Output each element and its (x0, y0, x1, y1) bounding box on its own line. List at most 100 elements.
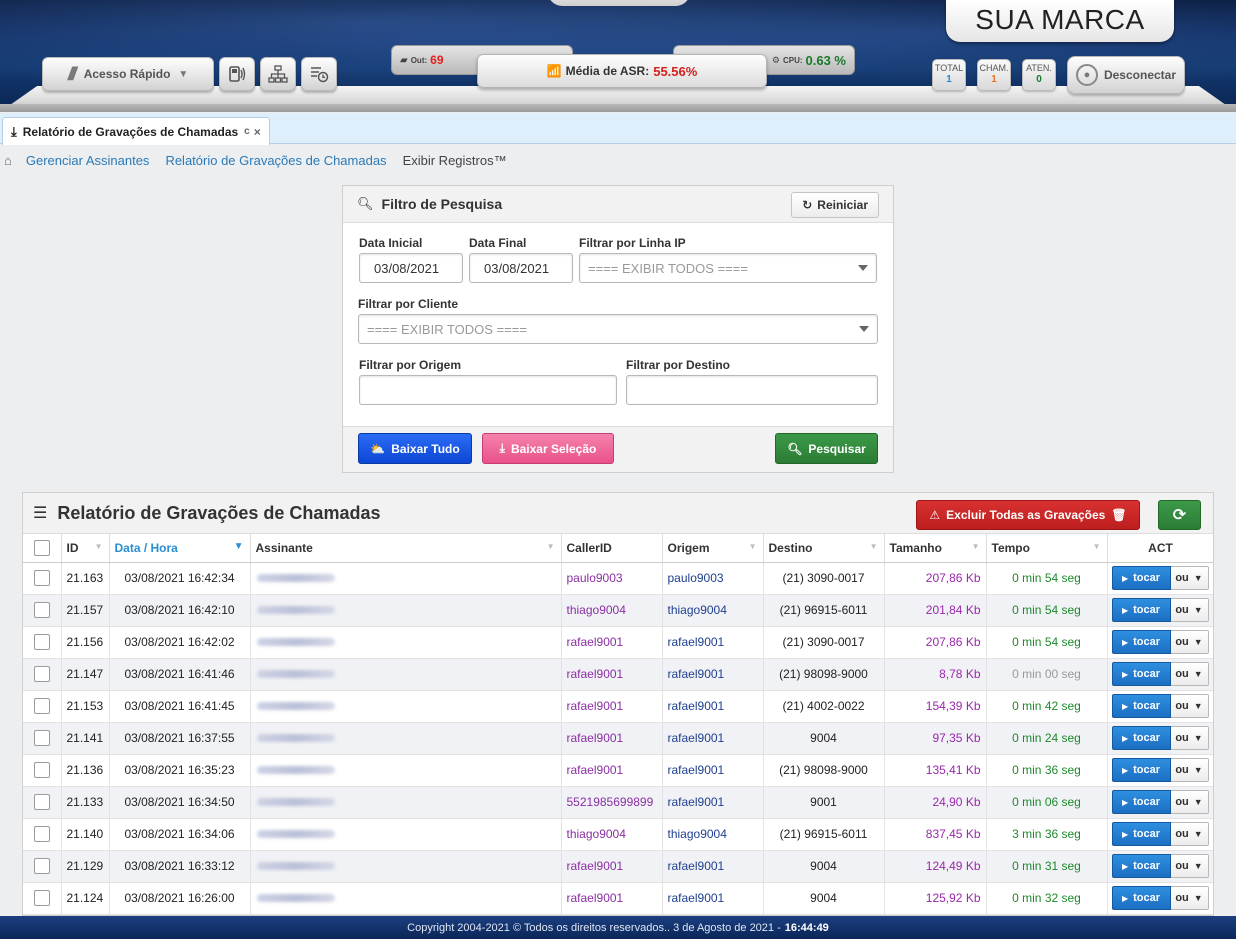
play-button[interactable]: ▶ tocar (1111, 566, 1171, 590)
logout-button[interactable]: ● Desconectar (1067, 56, 1185, 94)
more-actions-dropdown[interactable]: ou ▼ (1170, 758, 1209, 782)
row-checkbox[interactable] (33, 666, 50, 682)
table-row[interactable]: 21.147 03/08/2021 16:41:46 rafael9001 rafae… (23, 658, 1213, 691)
col-subscriber[interactable]: Assinante ▼ (250, 534, 562, 563)
col-datetime[interactable]: Data / Hora ▼ (109, 534, 251, 563)
row-checkbox[interactable] (33, 858, 50, 874)
tab-call-recordings[interactable]: ⤓ Relatório de Gravações de Chamadas c × (2, 117, 270, 145)
play-button[interactable]: ▶ tocar (1111, 854, 1171, 878)
download-selection-button[interactable]: ⤓ Baixar Seleção (482, 433, 614, 464)
row-checkbox[interactable] (33, 794, 50, 810)
action-group: ▶ tocar ou ▼ (1111, 854, 1210, 878)
destination-input[interactable] (626, 375, 878, 405)
date-start-input[interactable]: 03/08/2021 (359, 253, 463, 283)
play-button[interactable]: ▶ tocar (1111, 630, 1171, 654)
row-checkbox[interactable] (33, 602, 50, 618)
network-button[interactable] (260, 57, 296, 91)
top-header: SUA MARCA ▰ Out: 69 ⚙ CPU: 0.63 % /// Ac… (0, 0, 1236, 112)
client-select[interactable]: ==== EXIBIR TODOS ==== (358, 314, 878, 344)
select-all-checkbox[interactable] (33, 539, 50, 556)
play-button[interactable]: ▶ tocar (1111, 758, 1171, 782)
subscriber-redacted (256, 830, 335, 838)
or-label: ou (1175, 668, 1189, 680)
row-checkbox[interactable] (33, 698, 50, 714)
play-button[interactable]: ▶ tocar (1111, 790, 1171, 814)
breadcrumb-recordings[interactable]: Relatório de Gravações de Chamadas (165, 153, 386, 168)
more-actions-dropdown[interactable]: ou ▼ (1170, 694, 1209, 718)
ip-line-select[interactable]: ==== EXIBIR TODOS ==== (579, 253, 877, 283)
cell-callerid: thiago9004 (561, 594, 663, 627)
table-row[interactable]: 21.141 03/08/2021 16:37:55 rafael9001 rafae… (23, 722, 1213, 755)
breadcrumb-subscribers[interactable]: Gerenciar Assinantes (26, 153, 150, 168)
table-row[interactable]: 21.153 03/08/2021 16:41:45 rafael9001 rafae… (23, 690, 1213, 723)
home-icon[interactable]: ⌂ (4, 153, 12, 168)
play-icon: ▶ (1121, 861, 1129, 871)
refresh-button[interactable]: ⟳ (1158, 500, 1201, 530)
cell-destination: 9004 (763, 722, 885, 755)
download-all-button[interactable]: ⛅ Baixar Tudo (358, 433, 472, 464)
col-destination[interactable]: Destino ▼ (763, 534, 885, 563)
play-button[interactable]: ▶ tocar (1111, 822, 1171, 846)
footer-copyright: Copyright 2004-2021 © Todos os direitos … (407, 921, 781, 934)
sort-icon: ▼ (971, 542, 980, 551)
tab-close-icon[interactable]: × (254, 125, 261, 139)
table-row[interactable]: 21.129 03/08/2021 16:33:12 rafael9001 rafae… (23, 850, 1213, 883)
col-callerid[interactable]: CallerID (561, 534, 663, 563)
more-actions-dropdown[interactable]: ou ▼ (1170, 662, 1209, 686)
more-actions-dropdown[interactable]: ou ▼ (1170, 822, 1209, 846)
play-button[interactable]: ▶ tocar (1111, 886, 1171, 910)
cell-datetime: 03/08/2021 16:42:34 (109, 562, 251, 595)
download-icon: ⤓ (11, 123, 17, 139)
more-actions-dropdown[interactable]: ou ▼ (1170, 630, 1209, 654)
cell-subscriber (250, 562, 562, 595)
counter-total: TOTAL 1 (932, 59, 966, 91)
table-row[interactable]: 21.163 03/08/2021 16:42:34 paulo9003 paulo9… (23, 562, 1213, 595)
more-actions-dropdown[interactable]: ou ▼ (1170, 790, 1209, 814)
more-actions-dropdown[interactable]: ou ▼ (1170, 598, 1209, 622)
col-origin[interactable]: Origem ▼ (662, 534, 764, 563)
origin-input[interactable] (359, 375, 617, 405)
col-id[interactable]: ID ▼ (61, 534, 110, 563)
play-button[interactable]: ▶ tocar (1111, 726, 1171, 750)
table-row[interactable]: 21.133 03/08/2021 16:34:50 5521985699899 ra… (23, 786, 1213, 819)
tab-refresh-icon[interactable]: c (244, 126, 250, 137)
caret-down-icon: ▼ (1193, 573, 1203, 583)
search-button[interactable]: 🔍︎ Pesquisar (775, 433, 878, 464)
row-checkbox[interactable] (33, 570, 50, 586)
more-actions-dropdown[interactable]: ou ▼ (1170, 566, 1209, 590)
table-row[interactable]: 21.157 03/08/2021 16:42:10 thiago9004 thiag… (23, 594, 1213, 627)
row-checkbox[interactable] (33, 730, 50, 746)
more-actions-dropdown[interactable]: ou ▼ (1170, 886, 1209, 910)
table-row[interactable]: 21.140 03/08/2021 16:34:06 thiago9004 thiag… (23, 818, 1213, 851)
row-checkbox[interactable] (33, 826, 50, 842)
col-time[interactable]: Tempo ▼ (986, 534, 1108, 563)
reset-button[interactable]: ↻ Reiniciar (791, 192, 879, 218)
row-checkbox[interactable] (33, 762, 50, 778)
scheduled-tasks-button[interactable] (301, 57, 337, 91)
more-actions-dropdown[interactable]: ou ▼ (1170, 854, 1209, 878)
date-end-input[interactable]: 03/08/2021 (469, 253, 573, 283)
row-checkbox[interactable] (33, 634, 50, 650)
delete-all-recordings-button[interactable]: ⚠ Excluir Todas as Gravações 🗑︎ (916, 500, 1140, 530)
quick-access-button[interactable]: /// Acesso Rápido ▼ (42, 57, 214, 91)
phone-signal-button[interactable] (219, 57, 255, 91)
table-row[interactable]: 21.136 03/08/2021 16:35:23 rafael9001 rafae… (23, 754, 1213, 787)
sort-desc-icon: ▼ (233, 541, 244, 552)
table-row[interactable]: 21.124 03/08/2021 16:26:00 rafael9001 rafae… (23, 882, 1213, 915)
footer-time: 16:44:49 (784, 921, 829, 934)
play-button[interactable]: ▶ tocar (1111, 694, 1171, 718)
row-checkbox[interactable] (33, 890, 50, 906)
cell-destination: (21) 98098-9000 (763, 754, 885, 787)
table-row[interactable]: 21.156 03/08/2021 16:42:02 rafael9001 rafae… (23, 626, 1213, 659)
report-title: Relatório de Gravações de Chamadas (57, 502, 381, 523)
cloud-download-icon: ⛅ (370, 441, 386, 456)
play-button[interactable]: ▶ tocar (1111, 662, 1171, 686)
col-size[interactable]: Tamanho ▼ (884, 534, 987, 563)
user-icon: ● (1075, 64, 1098, 86)
play-button[interactable]: ▶ tocar (1111, 598, 1171, 622)
cell-subscriber (250, 722, 562, 755)
client-select-value: ==== EXIBIR TODOS ==== (367, 321, 527, 337)
breadcrumb-current: Exibir Registros™ (402, 152, 507, 168)
more-actions-dropdown[interactable]: ou ▼ (1170, 726, 1209, 750)
cell-time: 0 min 54 seg (986, 594, 1108, 627)
